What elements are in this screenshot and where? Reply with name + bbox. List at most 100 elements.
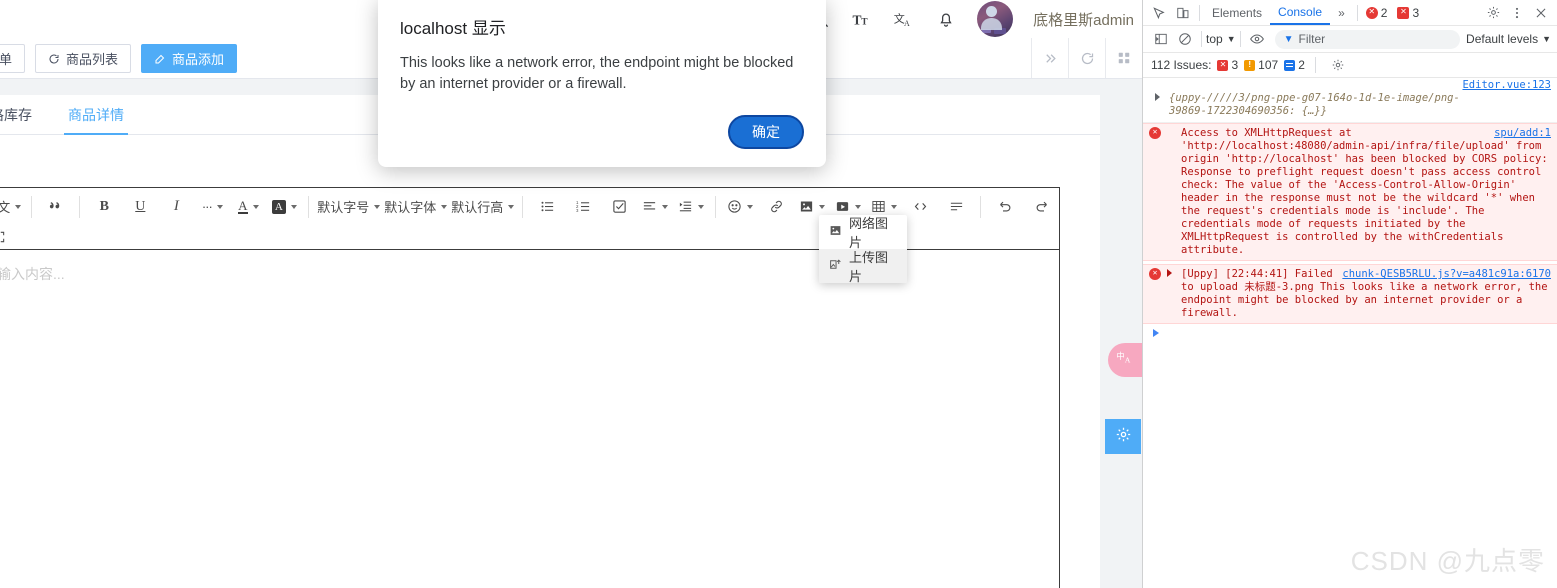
warning-icon (1397, 7, 1409, 19)
close-icon[interactable] (1529, 2, 1553, 24)
issues-settings-gear-icon[interactable] (1326, 54, 1350, 76)
console-message-source[interactable]: spu/add:1 (1494, 127, 1551, 140)
sub-tab-product-detail[interactable]: 商品详情 (50, 95, 142, 134)
menu-item-network-image-label: 网络图片 (849, 215, 897, 251)
font-family-select[interactable]: 默认字体 (382, 194, 449, 220)
username-label[interactable]: 底格里斯admin (1033, 9, 1134, 30)
translate-float-button[interactable]: 中A (1108, 343, 1142, 377)
toolbar-divider (715, 196, 716, 218)
menu-item-upload-image[interactable]: 上传图片 (819, 249, 907, 283)
svg-text:3: 3 (576, 208, 579, 213)
paragraph-style-label: 正文 (0, 197, 10, 216)
avatar[interactable] (977, 1, 1013, 37)
grid-icon[interactable] (1105, 38, 1142, 78)
svg-text:A: A (1124, 355, 1130, 364)
issues-error-chip[interactable]: 3 (1217, 58, 1238, 72)
quote-icon (48, 199, 63, 214)
issues-error-count: 3 (1231, 58, 1238, 72)
expand-arrow-icon[interactable] (1167, 269, 1172, 277)
live-expression-eye-icon[interactable] (1245, 28, 1269, 50)
console-sidebar-toggle-icon[interactable] (1149, 28, 1173, 50)
more-text-format-button[interactable]: ··· (194, 194, 230, 220)
console-message-source[interactable]: Editor.vue:123 (1462, 79, 1551, 92)
font-size-select[interactable]: 默认字号 (315, 194, 382, 220)
console-prompt[interactable] (1143, 324, 1557, 348)
link-button[interactable] (758, 194, 794, 220)
sub-tab-stock[interactable]: 格库存 (0, 95, 50, 134)
warning-count-badge[interactable]: 3 (1397, 6, 1419, 20)
execution-context-select[interactable]: top ▼ (1206, 32, 1236, 46)
font-size-label: 默认字号 (317, 197, 369, 216)
clear-console-icon[interactable] (1173, 28, 1197, 50)
console-message-text: Access to XMLHttpRequest at 'http://loca… (1167, 127, 1551, 257)
more-tabs-button[interactable]: » (1330, 0, 1353, 25)
emoji-button[interactable] (722, 194, 758, 220)
undo-button[interactable] (987, 194, 1023, 220)
align-button[interactable] (637, 194, 673, 220)
bell-icon[interactable] (935, 8, 957, 30)
expand-arrow-icon[interactable] (1155, 93, 1160, 101)
issues-warning-chip[interactable]: 107 (1244, 58, 1278, 72)
console-filter-placeholder: Filter (1299, 32, 1326, 46)
italic-button[interactable]: I (158, 194, 194, 220)
menu-item-network-image[interactable]: 网络图片 (819, 215, 907, 249)
tab-product-list[interactable]: 商品列表 (35, 44, 131, 73)
tab-product-add[interactable]: 商品添加 (141, 44, 237, 73)
watermark: CSDN @九点零 (1351, 541, 1545, 578)
settings-float-button[interactable] (1105, 419, 1141, 454)
divider-button[interactable] (938, 194, 974, 220)
chevron-down-icon: ▼ (1227, 34, 1236, 44)
translate-icon: 中A (1117, 349, 1134, 371)
underline-label: U (135, 199, 145, 215)
line-height-select[interactable]: 默认行高 (449, 194, 516, 220)
console-message-text: {uppy-/////3/png-ppe-g07-164o-1d-1e-imag… (1169, 92, 1460, 117)
issues-bar: 112 Issues: 3 107 2 (1143, 53, 1557, 78)
console-message-log[interactable]: Editor.vue:123 {uppy-/////3/png-ppe-g07-… (1143, 78, 1557, 123)
sub-tab-stock-label: 格库存 (0, 105, 32, 125)
font-size-icon[interactable]: TT (851, 8, 873, 30)
table-icon (871, 199, 886, 214)
filter-icon: ▼ (1284, 34, 1294, 45)
sub-tab-product-detail-label: 商品详情 (68, 105, 124, 125)
paragraph-style-select[interactable]: 正文 (0, 194, 25, 220)
toolbar-divider (1357, 5, 1358, 21)
bold-label: B (100, 199, 109, 215)
devtools-settings-gear-icon[interactable] (1481, 2, 1505, 24)
console-message-error-uppy[interactable]: chunk-QESB5RLU.js?v=a481c91a:6170 [Uppy]… (1143, 264, 1557, 324)
font-color-button[interactable]: A (230, 194, 266, 220)
editor-content-area[interactable]: 请输入内容... (0, 250, 1059, 588)
warning-count-label: 3 (1412, 6, 1419, 20)
console-filter-input[interactable]: ▼ Filter (1275, 30, 1460, 49)
inspect-element-icon[interactable] (1147, 2, 1171, 24)
dialog-ok-button[interactable]: 确定 (728, 115, 804, 149)
device-toolbar-icon[interactable] (1171, 2, 1195, 24)
code-button[interactable] (902, 194, 938, 220)
chevron-double-right-icon[interactable] (1031, 38, 1068, 78)
bullet-list-button[interactable] (529, 194, 565, 220)
upload-image-icon (829, 258, 842, 274)
issues-info-chip[interactable]: 2 (1284, 58, 1305, 72)
fullscreen-button[interactable] (0, 224, 17, 250)
console-message-source[interactable]: chunk-QESB5RLU.js?v=a481c91a:6170 (1342, 268, 1551, 281)
toolbar-divider (1240, 31, 1241, 47)
error-count-badge[interactable]: 2 (1366, 6, 1388, 20)
numbered-list-button[interactable]: 123 (565, 194, 601, 220)
issues-label: 112 Issues: (1151, 58, 1211, 72)
todo-list-button[interactable] (601, 194, 637, 220)
tab-order[interactable]: 人下单 (0, 44, 25, 73)
tab-elements[interactable]: Elements (1204, 0, 1270, 25)
redo-button[interactable] (1023, 194, 1059, 220)
blockquote-button[interactable] (37, 194, 73, 220)
refresh-icon[interactable] (1068, 38, 1105, 78)
console-message-error-cors[interactable]: spu/add:1 Access to XMLHttpRequest at 'h… (1143, 123, 1557, 261)
console-levels-select[interactable]: Default levels ▼ (1466, 32, 1551, 46)
tab-console[interactable]: Console (1270, 0, 1330, 25)
background-color-button[interactable]: A (266, 194, 302, 220)
underline-button[interactable]: U (122, 194, 158, 220)
bold-button[interactable]: B (86, 194, 122, 220)
devtools-more-menu-icon[interactable] (1505, 2, 1529, 24)
translate-icon[interactable]: 文A (893, 8, 915, 30)
dialog-title: localhost 显示 (400, 14, 804, 39)
toolbar-divider (31, 196, 32, 218)
indent-button[interactable] (673, 194, 709, 220)
